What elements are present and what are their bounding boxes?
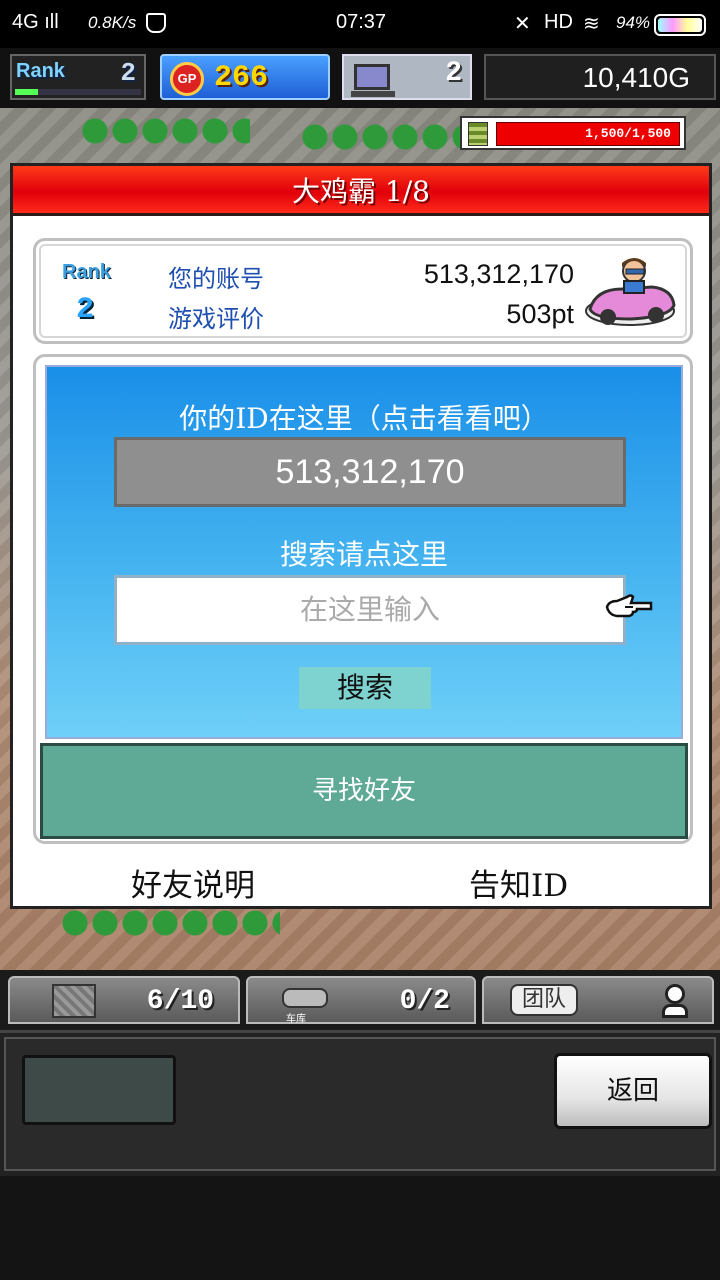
tab-garage[interactable]: 车库 0/2 <box>246 976 476 1025</box>
id-heading: 你的ID在这里（点击看看吧） <box>179 402 549 435</box>
dialog-title: 大鸡霸 1/8 <box>13 166 709 216</box>
back-button[interactable]: 返回 <box>554 1053 712 1129</box>
network-speed: 0.8K/s <box>88 13 137 32</box>
search-input[interactable]: 在这里输入 <box>114 575 626 645</box>
bottom-panel-inner: 返回 <box>4 1037 716 1171</box>
stock-meter: 1,500/1,500 <box>460 116 686 150</box>
items-count: 6/10 <box>146 986 214 1017</box>
rank-progress-fill <box>15 89 38 95</box>
profile-rank-value: 2 <box>76 293 95 327</box>
pointing-hand-icon <box>605 594 653 618</box>
tree-row <box>80 116 250 146</box>
gp-value: 266 <box>214 61 269 95</box>
hd-indicator: HD <box>544 11 573 33</box>
tree-row <box>60 908 280 938</box>
signal-indicator: 4G ıll <box>12 11 59 33</box>
data-icon <box>146 13 166 33</box>
car-icon <box>585 258 676 326</box>
search-button[interactable]: 搜索 <box>299 667 431 709</box>
status-bar: 4G ıll 0.8K/s 07:37 ✕ HD ≋ 94% <box>0 0 720 48</box>
search-heading: 搜索请点这里 <box>279 538 448 571</box>
account-value: 513,312,170 <box>423 259 574 289</box>
battery-percent: 94% <box>616 13 651 32</box>
stock-bar: 1,500/1,500 <box>496 122 680 146</box>
tab-items[interactable]: 6/10 <box>8 976 240 1024</box>
account-label: 您的账号 <box>168 265 264 293</box>
team-label: 团队 <box>510 984 579 1016</box>
computer-icon <box>351 64 395 97</box>
rank-badge[interactable]: Rank 2 <box>10 54 146 100</box>
empty-slot <box>22 1055 176 1125</box>
gp-counter[interactable]: GP 266 <box>160 54 330 100</box>
battery-icon <box>654 14 706 36</box>
id-panel-background: 你的ID在这里（点击看看吧） 513,312,170 搜索请点这里 在这里输入 … <box>45 365 683 739</box>
money-display: 10,410G <box>484 54 716 100</box>
computer-counter[interactable]: 2 <box>342 54 472 100</box>
coin-stack-icon <box>468 122 488 146</box>
rank-label: Rank <box>16 60 65 82</box>
wifi-icon: ≋ <box>583 13 600 35</box>
profile-rank-label: Rank <box>62 261 111 283</box>
stock-value: 1,500/1,500 <box>585 126 671 141</box>
tree-row <box>300 122 460 152</box>
rating-value: 503pt <box>506 299 574 329</box>
rating-label: 游戏评价 <box>168 305 264 333</box>
garage-count: 0/2 <box>399 986 450 1017</box>
computer-count: 2 <box>445 58 462 89</box>
garage-car-icon: 车库 <box>278 982 334 1025</box>
rank-progress-bar <box>15 89 141 95</box>
friend-dialog: 大鸡霸 1/8 Rank 2 您的账号 513,312,170 游戏评价 503… <box>10 163 712 909</box>
money-value: 10,410G <box>582 62 690 93</box>
garage-label: 车库 <box>286 1014 306 1025</box>
bottom-tabs: 6/10 车库 0/2 团队 <box>0 970 720 1030</box>
clock: 07:37 <box>336 11 387 33</box>
mute-icon: ✕ <box>514 13 531 35</box>
profile-card: Rank 2 您的账号 513,312,170 游戏评价 503pt <box>33 238 693 344</box>
gp-coin-icon: GP <box>170 62 204 96</box>
person-icon <box>658 982 692 1020</box>
friend-help-button[interactable]: 好友说明 <box>131 860 255 905</box>
top-hud: Rank 2 GP 266 2 10,410G <box>0 48 720 108</box>
find-friend-button[interactable]: 寻找好友 <box>40 743 688 839</box>
crate-icon <box>52 984 96 1018</box>
id-panel: 你的ID在这里（点击看看吧） 513,312,170 搜索请点这里 在这里输入 … <box>33 354 693 844</box>
nav-area <box>0 1176 720 1280</box>
bottom-panel: 返回 <box>0 1030 720 1176</box>
rank-value: 2 <box>120 58 136 88</box>
id-display[interactable]: 513,312,170 <box>114 437 626 507</box>
tab-team[interactable]: 团队 <box>482 976 714 1024</box>
tell-id-button[interactable]: 告知ID <box>469 860 568 905</box>
